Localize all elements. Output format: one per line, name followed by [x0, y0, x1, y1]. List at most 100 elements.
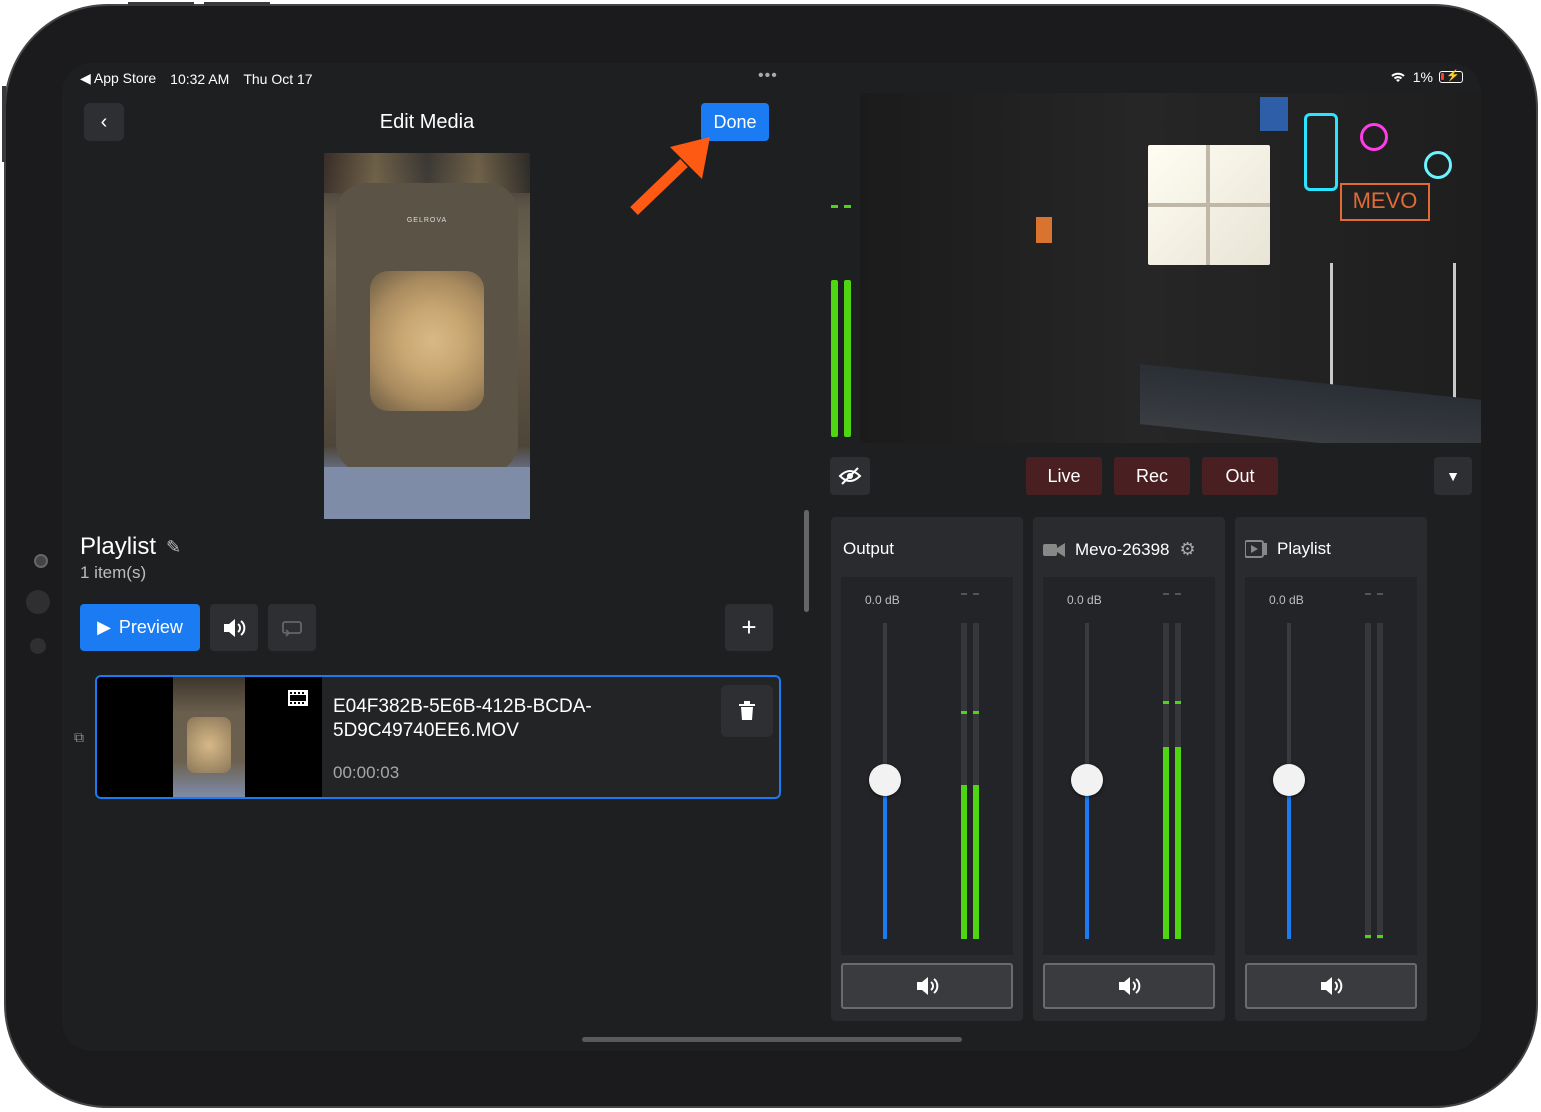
playlist-title-row: Playlist ✎ — [80, 533, 181, 561]
battery-percent: 1% — [1412, 69, 1433, 85]
wifi-icon — [1391, 72, 1405, 82]
camera-preview: MEVO — [860, 93, 1481, 443]
preview-button[interactable]: ▶ Preview — [80, 604, 200, 651]
peak-dash — [1377, 593, 1383, 595]
live-button[interactable]: Live — [1026, 457, 1102, 495]
playlist-item-count: 1 item(s) — [80, 563, 147, 582]
item-thumbnail — [97, 677, 322, 797]
channel-playlist: Playlist 0.0 dB — [1235, 517, 1427, 1021]
ipad-frame: ◀ App Store 10:32 AM Thu Oct 17 ••• 1% ⚡… — [2, 2, 1538, 1108]
fader-knob[interactable] — [1071, 764, 1103, 796]
channel-mixer: 0.0 dB — [841, 577, 1013, 955]
channel-level: 0.0 dB — [1269, 593, 1304, 607]
fader-fill — [883, 781, 887, 939]
item-filename: E04F382B-5E6B-412B-BCDA-5D9C49740EE6.MOV — [333, 696, 592, 741]
fader-knob[interactable] — [1273, 764, 1305, 796]
volume-button[interactable] — [210, 604, 258, 651]
vu-peak-right — [1175, 701, 1181, 704]
fader-knob[interactable] — [869, 764, 901, 796]
media-preview-image: GELROVA — [324, 153, 530, 519]
multitasking-dots-icon[interactable]: ••• — [758, 67, 778, 85]
caret-down-icon: ▼ — [1446, 468, 1460, 484]
channel-header: Output — [843, 539, 894, 559]
hide-preview-button[interactable] — [830, 457, 870, 495]
pencil-edit-icon[interactable]: ✎ — [166, 537, 181, 558]
channel-mute-button[interactable] — [841, 963, 1013, 1009]
channel-mute-button[interactable] — [1043, 963, 1215, 1009]
back-to-app-link[interactable]: ◀ App Store — [80, 70, 156, 87]
vu-peak-left — [1163, 701, 1169, 704]
home-indicator[interactable] — [582, 1037, 962, 1042]
preview-logo-text: GELROVA — [406, 217, 448, 224]
channel-header: Mevo-26398 ⚙ — [1043, 539, 1196, 560]
device-button-top — [128, 2, 194, 6]
status-bar: ◀ App Store 10:32 AM Thu Oct 17 ••• 1% ⚡ — [62, 63, 1481, 93]
fader-fill — [1085, 781, 1089, 939]
channel-mevo: Mevo-26398 ⚙ 0.0 dB — [1033, 517, 1225, 1021]
channel-mixer: 0.0 dB — [1245, 577, 1417, 955]
scrollbar[interactable] — [804, 510, 809, 612]
channel-mixer: 0.0 dB — [1043, 577, 1215, 955]
battery-icon: ⚡ — [1439, 70, 1463, 83]
fader-fill — [1287, 781, 1291, 939]
peak-dash — [1175, 593, 1181, 595]
loop-button[interactable] — [268, 604, 316, 651]
vu-fill-left — [1163, 747, 1169, 939]
camera-neon-light — [1304, 113, 1338, 191]
item-thumbnail-glow — [187, 717, 231, 773]
vu-peak-right — [973, 711, 979, 714]
add-media-button[interactable]: + — [725, 604, 773, 651]
film-icon — [288, 690, 308, 706]
main-meter-peak — [831, 205, 851, 208]
media-player-icon — [1245, 540, 1267, 558]
gear-icon[interactable]: ⚙ — [1180, 539, 1196, 560]
rec-button[interactable]: Rec — [1114, 457, 1190, 495]
camera-sticker — [1260, 97, 1288, 131]
speaker-icon — [224, 618, 246, 637]
vu-peak-right — [1377, 935, 1383, 938]
channel-name: Mevo-26398 — [1075, 539, 1170, 559]
playlist-item[interactable]: E04F382B-5E6B-412B-BCDA-5D9C49740EE6.MOV… — [95, 675, 781, 799]
dropdown-button[interactable]: ▼ — [1434, 457, 1472, 495]
trash-icon — [739, 701, 755, 720]
vu-fill-right — [1175, 747, 1181, 939]
channel-name: Output — [843, 539, 895, 558]
vu-fill-left — [961, 785, 967, 939]
status-time: 10:32 AM — [170, 70, 230, 87]
channel-level: 0.0 dB — [1067, 593, 1102, 607]
plus-icon: + — [741, 612, 757, 642]
peak-dash — [1365, 593, 1371, 595]
vu-meter-left — [1365, 623, 1371, 939]
channel-name: Playlist — [1277, 539, 1331, 558]
camera-sign: MEVO — [1340, 183, 1430, 221]
annotation-arrow-icon — [630, 137, 710, 215]
camera-window — [1148, 145, 1270, 265]
channel-output: Output 0.0 dB — [831, 517, 1023, 1021]
screen: ◀ App Store 10:32 AM Thu Oct 17 ••• 1% ⚡… — [62, 63, 1481, 1051]
camera-rgb-fan-1 — [1360, 123, 1388, 151]
play-icon: ▶ — [97, 617, 111, 637]
vu-peak-left — [961, 711, 967, 714]
delete-item-button[interactable] — [721, 685, 773, 737]
out-button[interactable]: Out — [1202, 457, 1278, 495]
vu-fill-right — [973, 785, 979, 939]
chevron-left-icon: ‹ — [100, 110, 108, 133]
device-button-side — [2, 86, 6, 162]
sensor-dot-small-icon — [30, 638, 46, 654]
camera-rgb-fan-2 — [1424, 151, 1452, 179]
vu-meter-right — [1377, 623, 1383, 939]
peak-dash — [961, 593, 967, 595]
layers-icon[interactable]: ⧉ — [74, 729, 84, 746]
peak-dash — [973, 593, 979, 595]
camera-dot-icon — [34, 554, 48, 568]
back-button[interactable]: ‹ — [84, 103, 124, 141]
preview-cloth — [324, 467, 530, 519]
channel-mute-button[interactable] — [1245, 963, 1417, 1009]
channel-level: 0.0 dB — [865, 593, 900, 607]
channel-header: Playlist — [1245, 539, 1331, 559]
page-title: Edit Media — [379, 111, 475, 133]
speaker-icon — [1119, 977, 1141, 995]
preview-led-panel — [370, 271, 484, 411]
eye-slash-icon — [838, 467, 862, 485]
sensor-dot-icon — [26, 590, 50, 614]
